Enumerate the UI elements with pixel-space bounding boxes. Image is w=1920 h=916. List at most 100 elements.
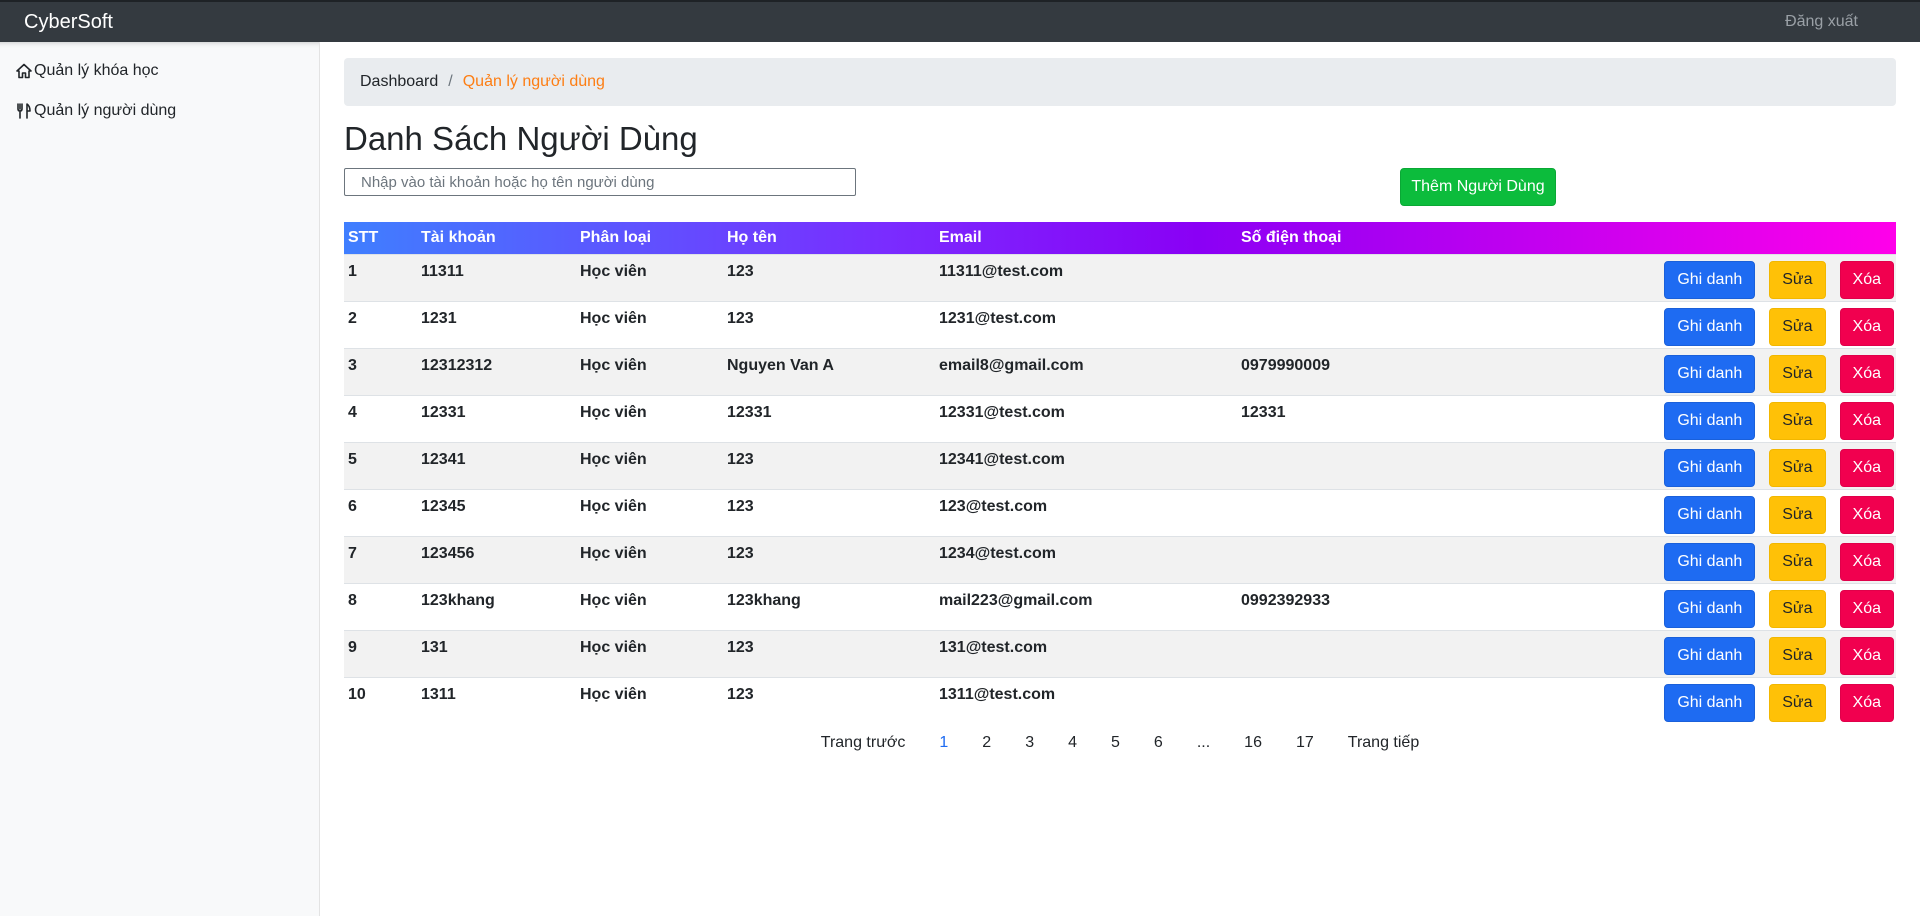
cell-stt: 8 — [344, 582, 417, 630]
pagination-page-2[interactable]: 2 — [965, 734, 1008, 752]
enroll-button[interactable]: Ghi danh — [1664, 260, 1756, 299]
table-row: 2 1231 Học viên 123 1231@test.com Ghi danh Sửa… — [344, 300, 1896, 348]
cell-type: Học viên — [576, 394, 723, 442]
cell-email: 12331@test.com — [935, 394, 1237, 442]
cell-fullname: 123 — [723, 253, 935, 301]
delete-button[interactable]: Xóa — [1839, 448, 1894, 487]
cell-stt: 5 — [344, 441, 417, 489]
delete-button[interactable]: Xóa — [1839, 636, 1894, 675]
delete-button[interactable]: Xóa — [1839, 354, 1894, 393]
enroll-button[interactable]: Ghi danh — [1664, 683, 1756, 722]
search-input[interactable] — [344, 168, 856, 196]
cell-type: Học viên — [576, 441, 723, 489]
cell-phone: 0979990009 — [1237, 347, 1487, 395]
cell-fullname: 12331 — [723, 394, 935, 442]
enroll-button[interactable]: Ghi danh — [1664, 589, 1756, 628]
edit-button[interactable]: Sửa — [1769, 307, 1826, 346]
edit-button[interactable]: Sửa — [1769, 260, 1826, 299]
edit-button[interactable]: Sửa — [1769, 495, 1826, 534]
cell-type: Học viên — [576, 676, 723, 724]
delete-button[interactable]: Xóa — [1839, 260, 1894, 299]
cell-stt: 9 — [344, 629, 417, 677]
pagination-next[interactable]: Trang tiếp — [1331, 734, 1436, 752]
cell-fullname: 123 — [723, 488, 935, 536]
enroll-button[interactable]: Ghi danh — [1664, 354, 1756, 393]
cell-stt: 2 — [344, 300, 417, 348]
cell-account: 11311 — [417, 253, 576, 301]
cell-account: 1231 — [417, 300, 576, 348]
cell-fullname: 123 — [723, 441, 935, 489]
cell-actions: Ghi danh Sửa Xóa — [1487, 394, 1896, 442]
table-row: 5 12341 Học viên 123 12341@test.com Ghi danh S… — [344, 441, 1896, 489]
pagination-page-6[interactable]: 6 — [1137, 734, 1180, 752]
table-row: 10 1311 Học viên 123 1311@test.com Ghi danh Sử… — [344, 676, 1896, 724]
edit-button[interactable]: Sửa — [1769, 401, 1826, 440]
edit-button[interactable]: Sửa — [1769, 542, 1826, 581]
cell-email: 12341@test.com — [935, 441, 1237, 489]
pagination-prev[interactable]: Trang trước — [804, 734, 923, 752]
logout-link[interactable]: Đăng xuất — [1785, 13, 1858, 31]
cell-actions: Ghi danh Sửa Xóa — [1487, 441, 1896, 489]
cell-stt: 1 — [344, 253, 417, 301]
delete-button[interactable]: Xóa — [1839, 495, 1894, 534]
enroll-button[interactable]: Ghi danh — [1664, 636, 1756, 675]
cell-type: Học viên — [576, 582, 723, 630]
cell-type: Học viên — [576, 629, 723, 677]
sidebar-item-users[interactable]: Quản lý người dùng — [16, 102, 176, 120]
delete-button[interactable]: Xóa — [1839, 589, 1894, 628]
pagination-page-17[interactable]: 17 — [1279, 734, 1331, 752]
breadcrumb: Dashboard / Quản lý người dùng — [344, 58, 1896, 106]
pagination-page-1[interactable]: 1 — [922, 734, 965, 752]
cell-actions: Ghi danh Sửa Xóa — [1487, 676, 1896, 724]
pagination: Trang trước 1 2 3 4 5 6 ... 16 17 Trang … — [344, 734, 1896, 752]
pagination-page-3[interactable]: 3 — [1008, 734, 1051, 752]
brand-logo[interactable]: CyberSoft — [24, 11, 113, 34]
cell-fullname: 123khang — [723, 582, 935, 630]
sidebar: Quản lý khóa học Quản lý người dùng — [0, 42, 320, 916]
enroll-button[interactable]: Ghi danh — [1664, 542, 1756, 581]
table-body: 1 11311 Học viên 123 11311@test.com Ghi danh S… — [344, 253, 1896, 724]
cell-fullname: 123 — [723, 676, 935, 724]
cell-phone — [1237, 300, 1487, 348]
cell-phone — [1237, 535, 1487, 583]
table-row: 1 11311 Học viên 123 11311@test.com Ghi danh S… — [344, 253, 1896, 301]
home-icon — [16, 63, 32, 79]
cell-account: 12345 — [417, 488, 576, 536]
edit-button[interactable]: Sửa — [1769, 589, 1826, 628]
delete-button[interactable]: Xóa — [1839, 401, 1894, 440]
cell-type: Học viên — [576, 253, 723, 301]
enroll-button[interactable]: Ghi danh — [1664, 401, 1756, 440]
header-email: Email — [939, 228, 982, 246]
table-row: 6 12345 Học viên 123 123@test.com Ghi danh Sửa… — [344, 488, 1896, 536]
breadcrumb-dashboard[interactable]: Dashboard — [360, 73, 438, 91]
cell-stt: 7 — [344, 535, 417, 583]
edit-button[interactable]: Sửa — [1769, 683, 1826, 722]
cell-email: email8@gmail.com — [935, 347, 1237, 395]
enroll-button[interactable]: Ghi danh — [1664, 495, 1756, 534]
utensils-icon — [17, 103, 31, 119]
edit-button[interactable]: Sửa — [1769, 448, 1826, 487]
cell-actions: Ghi danh Sửa Xóa — [1487, 300, 1896, 348]
cell-actions: Ghi danh Sửa Xóa — [1487, 347, 1896, 395]
pagination-page-5[interactable]: 5 — [1094, 734, 1137, 752]
add-user-button[interactable]: Thêm Người Dùng — [1400, 168, 1556, 206]
sidebar-item-courses[interactable]: Quản lý khóa học — [16, 62, 159, 80]
cell-stt: 4 — [344, 394, 417, 442]
cell-actions: Ghi danh Sửa Xóa — [1487, 253, 1896, 301]
edit-button[interactable]: Sửa — [1769, 636, 1826, 675]
cell-account: 123khang — [417, 582, 576, 630]
pagination-page-4[interactable]: 4 — [1051, 734, 1094, 752]
cell-actions: Ghi danh Sửa Xóa — [1487, 582, 1896, 630]
enroll-button[interactable]: Ghi danh — [1664, 307, 1756, 346]
delete-button[interactable]: Xóa — [1839, 542, 1894, 581]
cell-email: mail223@gmail.com — [935, 582, 1237, 630]
header-actions — [1487, 222, 1896, 254]
page-title: Danh Sách Người Dùng — [344, 120, 698, 157]
header-account: Tài khoản — [421, 228, 496, 246]
breadcrumb-current: Quản lý người dùng — [462, 73, 605, 90]
delete-button[interactable]: Xóa — [1839, 307, 1894, 346]
edit-button[interactable]: Sửa — [1769, 354, 1826, 393]
enroll-button[interactable]: Ghi danh — [1664, 448, 1756, 487]
delete-button[interactable]: Xóa — [1839, 683, 1894, 722]
pagination-page-16[interactable]: 16 — [1227, 734, 1279, 752]
